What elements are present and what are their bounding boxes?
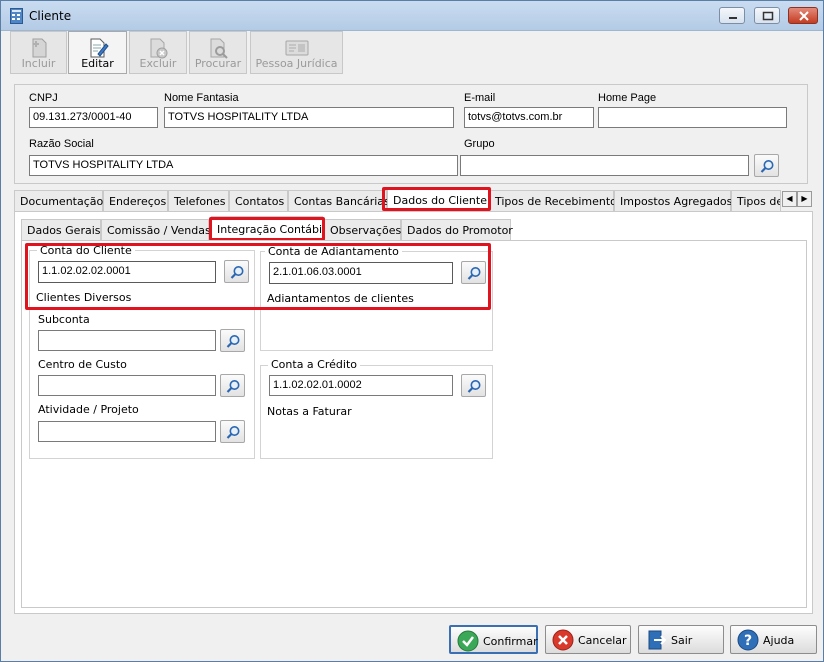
ajuda-button[interactable]: ? Ajuda [730, 625, 817, 654]
email-field[interactable]: totvs@totvs.com.br [464, 107, 594, 128]
grupo-search-button[interactable] [754, 154, 779, 177]
email-label: E-mail [464, 92, 496, 104]
incluir-label: Incluir [21, 57, 56, 70]
minimize-icon [729, 17, 737, 19]
tab-dados-do-promotor[interactable]: Dados do Promotor [401, 219, 513, 240]
tab-tipos-de[interactable]: Tipos de [731, 190, 781, 211]
tab-documentacao[interactable]: Documentação [14, 190, 103, 211]
nome-fantasia-field[interactable]: TOTVS HOSPITALITY LTDA [164, 107, 454, 128]
tab-impostos-agregados[interactable]: Impostos Agregados [614, 190, 732, 211]
atividade-label: Atividade / Projeto [38, 403, 139, 416]
maximize-icon [762, 11, 774, 21]
search-icon [226, 380, 240, 393]
razao-social-label: Razão Social [29, 138, 94, 150]
conta-credito-field[interactable]: 1.1.02.02.01.0002 [269, 375, 453, 396]
close-button[interactable] [788, 7, 818, 24]
centro-custo-label: Centro de Custo [38, 358, 127, 371]
tab-observacoes[interactable]: Observações [324, 219, 401, 240]
maximize-button[interactable] [754, 7, 780, 24]
pessoa-juridica-label: Pessoa Jurídica [255, 57, 338, 70]
close-icon [799, 11, 809, 21]
search-icon [226, 426, 240, 439]
confirmar-button[interactable]: Confirmar [449, 625, 538, 654]
button-bar: Confirmar Cancelar Sair ? Ajuda [1, 619, 823, 661]
subconta-search-button[interactable] [220, 329, 245, 352]
cnpj-field[interactable]: 09.131.273/0001-40 [29, 107, 158, 128]
tab-scroll-left-button[interactable]: ◀ [782, 191, 797, 207]
tab-enderecos[interactable]: Endereços [103, 190, 168, 211]
incluir-button[interactable]: Incluir [10, 31, 67, 74]
cancelar-button[interactable]: Cancelar [545, 625, 631, 654]
editar-button[interactable]: Editar [68, 31, 127, 74]
tab-contatos[interactable]: Contatos [229, 190, 288, 211]
centro-custo-field[interactable] [38, 375, 216, 396]
cliente-window: Cliente Incluir Editar Excluir Procurar … [0, 0, 824, 662]
search-icon [226, 335, 240, 348]
cancel-icon [552, 629, 574, 651]
excluir-label: Excluir [139, 57, 177, 70]
conta-credito-description: Notas a Faturar [267, 405, 352, 418]
confirmar-label: Confirmar [483, 635, 538, 648]
atividade-field[interactable] [38, 421, 216, 442]
procurar-label: Procurar [194, 57, 242, 70]
conta-credito-search-button[interactable] [461, 374, 486, 397]
procurar-button[interactable]: Procurar [189, 31, 247, 74]
editar-label: Editar [81, 57, 114, 70]
window-title: Cliente [29, 9, 72, 23]
arrow-left-icon: ◀ [786, 194, 793, 203]
subconta-label: Subconta [38, 313, 90, 326]
cancelar-label: Cancelar [578, 634, 627, 647]
tab-dados-gerais[interactable]: Dados Gerais [21, 219, 101, 240]
atividade-search-button[interactable] [220, 420, 245, 443]
app-icon [10, 8, 23, 24]
tab-scroll-right-button[interactable]: ▶ [797, 191, 812, 207]
sair-button[interactable]: Sair [638, 625, 724, 654]
search-icon [467, 380, 481, 393]
toolbar: Incluir Editar Excluir Procurar Pessoa J… [7, 31, 821, 75]
excluir-button[interactable]: Excluir [129, 31, 187, 74]
search-icon [760, 160, 774, 173]
arrow-right-icon: ▶ [801, 194, 808, 203]
home-page-field[interactable] [598, 107, 787, 128]
tab-contas-bancarias[interactable]: Contas Bancárias [288, 190, 390, 211]
grupo-field[interactable] [460, 155, 749, 176]
highlight-contas [25, 243, 491, 310]
highlight-main-tab [382, 187, 491, 211]
exit-door-icon [648, 630, 667, 650]
nome-fantasia-label: Nome Fantasia [164, 92, 239, 104]
tab-tipos-de-recebimento[interactable]: Tipos de Recebimento [489, 190, 617, 211]
minimize-button[interactable] [719, 7, 745, 24]
grupo-label: Grupo [464, 138, 495, 150]
razao-social-field[interactable]: TOTVS HOSPITALITY LTDA [29, 155, 458, 176]
tab-telefones[interactable]: Telefones [168, 190, 229, 211]
svg-text:?: ? [744, 633, 752, 649]
pessoa-juridica-button[interactable]: Pessoa Jurídica [250, 31, 343, 74]
cnpj-label: CNPJ [29, 92, 58, 104]
highlight-sub-tab [209, 217, 325, 241]
subconta-field[interactable] [38, 330, 216, 351]
tab-comissao-vendas[interactable]: Comissão / Vendas [101, 219, 211, 240]
centro-custo-search-button[interactable] [220, 374, 245, 397]
conta-credito-title: Conta a Crédito [268, 358, 360, 371]
title-bar: Cliente [1, 1, 823, 31]
check-icon [457, 630, 479, 652]
ajuda-label: Ajuda [763, 634, 795, 647]
sair-label: Sair [671, 634, 693, 647]
home-page-label: Home Page [598, 92, 657, 104]
help-icon: ? [737, 629, 759, 651]
